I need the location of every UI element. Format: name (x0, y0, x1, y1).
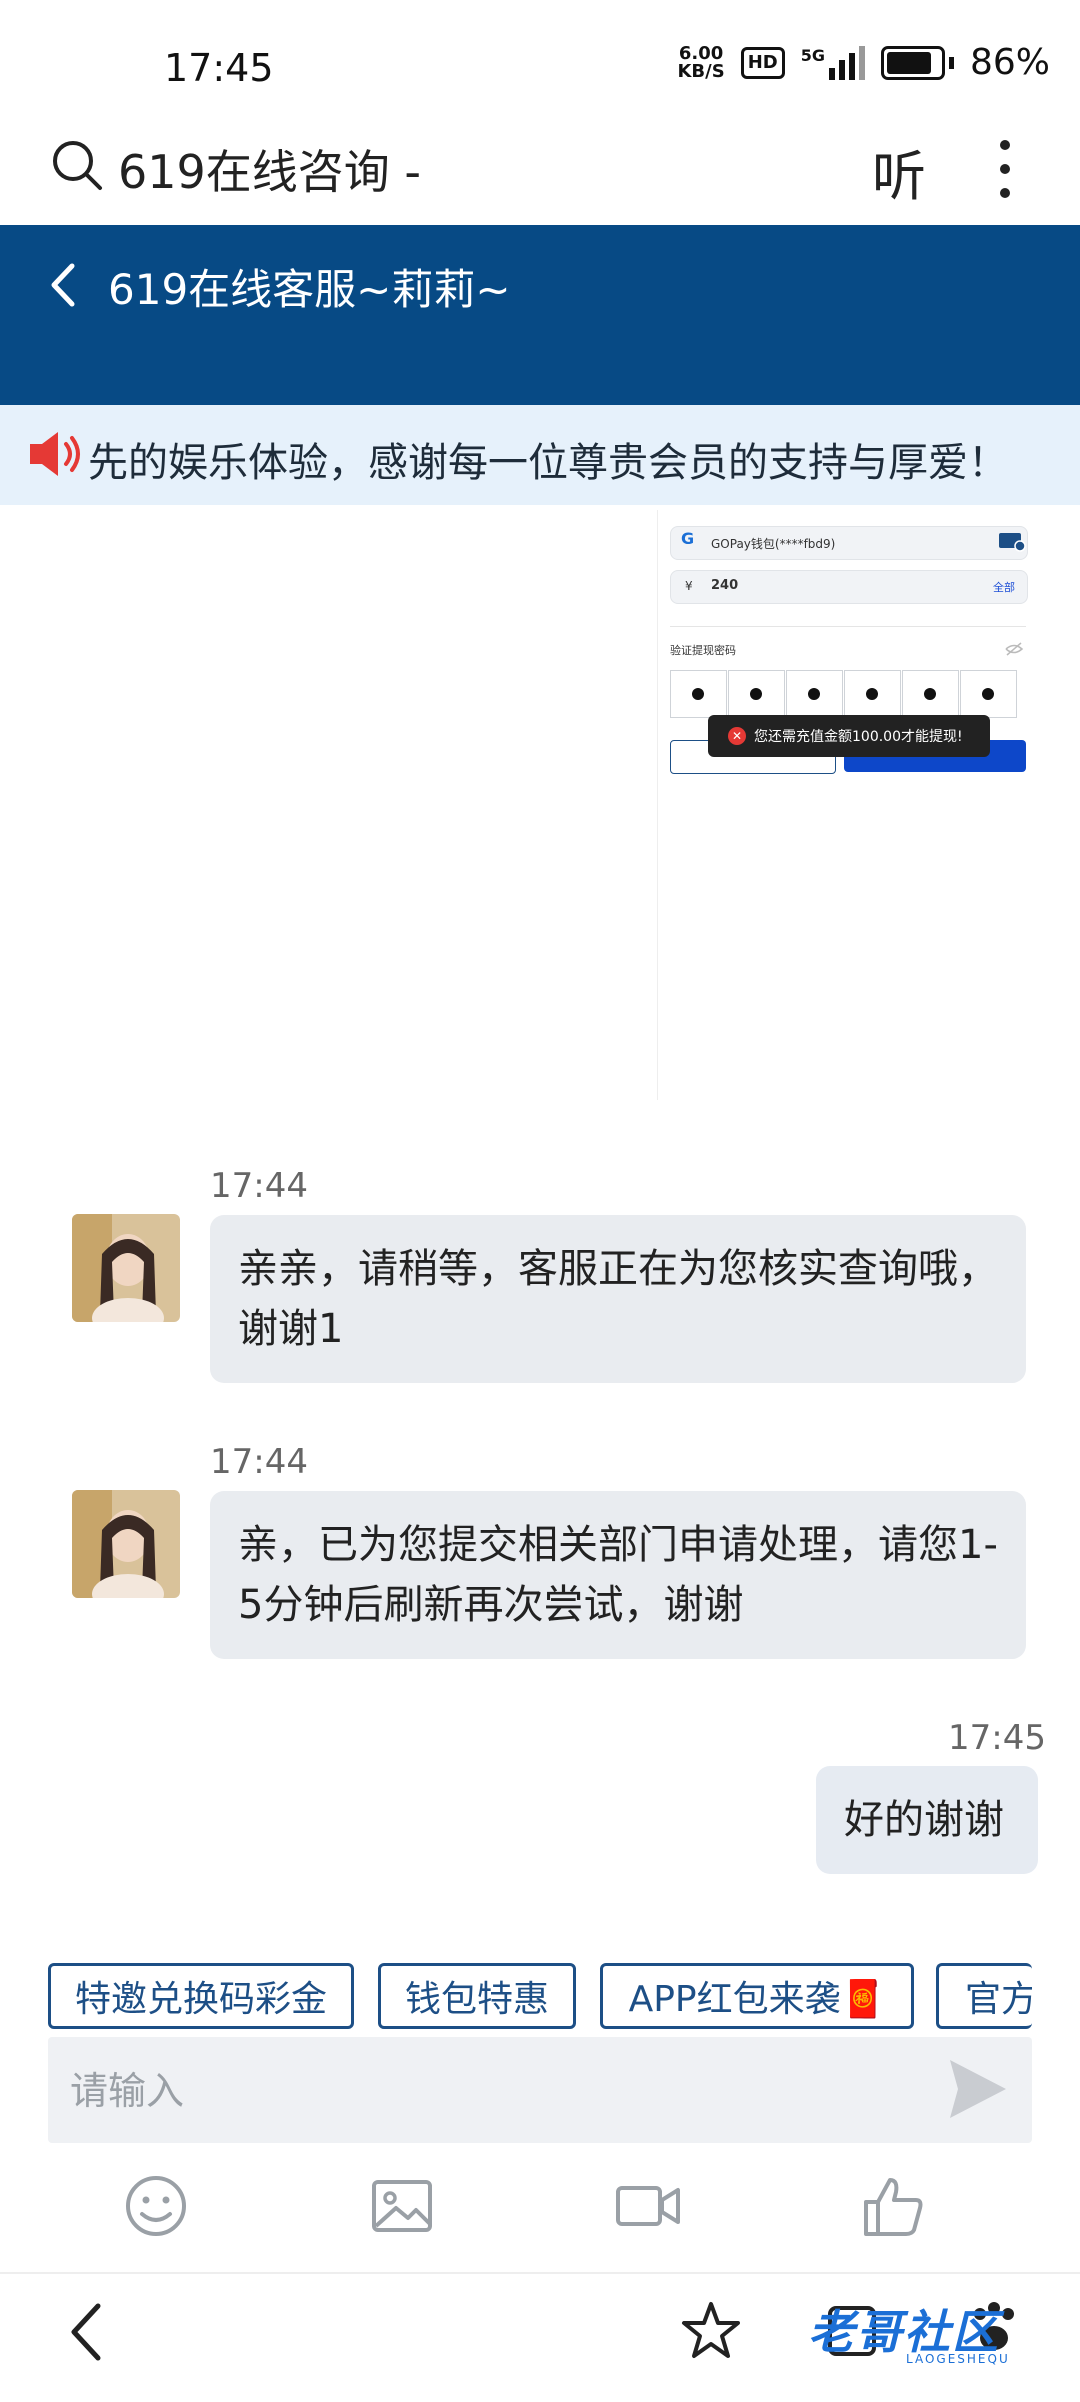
thumbs-up-icon[interactable] (860, 2172, 928, 2240)
more-menu-icon[interactable] (1000, 140, 1014, 212)
password-digit (728, 670, 785, 718)
battery-icon (880, 45, 945, 80)
signal-icon: 5G (801, 45, 865, 80)
star-icon[interactable] (680, 2300, 742, 2362)
quick-reply-redeem-code[interactable]: 特邀兑换码彩金 (48, 1963, 354, 2029)
quick-reply-wallet-offer[interactable]: 钱包特惠 (378, 1963, 576, 2029)
status-time: 17:45 (164, 46, 274, 90)
eye-hidden-icon (1005, 642, 1024, 656)
nav-back-icon[interactable] (66, 2300, 106, 2364)
listen-button[interactable]: 听 (872, 132, 926, 211)
watermark-subtext: LAOGESHEQU (906, 2352, 1010, 2366)
card-icon (999, 533, 1026, 552)
quick-reply-official[interactable]: 官方 (936, 1963, 1032, 2029)
amount-field: ¥ 240 全部 (670, 570, 1028, 604)
back-icon[interactable] (48, 262, 78, 308)
error-toast: ✕ 您还需充值金额100.00才能提现! (708, 715, 990, 757)
agent-avatar[interactable] (72, 1490, 180, 1598)
password-digit (786, 670, 843, 718)
gopay-logo-icon: G (681, 529, 695, 548)
shared-screenshot-image[interactable]: G GOPay钱包(****fbd9) ⌄ ¥ 240 全部 验证提现密码 ✕ … (657, 510, 1034, 1100)
error-icon: ✕ (728, 727, 746, 745)
emoji-icon[interactable] (122, 2172, 190, 2240)
quick-reply-app-redpacket[interactable]: APP红包来袭🧧 (600, 1963, 914, 2029)
message-time: 17:44 (210, 1442, 308, 1482)
user-message-bubble: 好的谢谢 (816, 1766, 1038, 1874)
password-digit (902, 670, 959, 718)
password-digit (670, 670, 727, 718)
agent-message-bubble: 亲，已为您提交相关部门申请处理，请您1-5分钟后刷新再次尝试，谢谢 (210, 1491, 1026, 1659)
hd-icon: HD (740, 46, 785, 79)
chat-title: 619在线客服~莉莉~ (108, 265, 511, 314)
browser-title[interactable]: 619在线咨询 - (118, 136, 421, 202)
password-digit (960, 670, 1017, 718)
message-time: 17:45 (948, 1718, 1046, 1758)
video-icon[interactable] (614, 2172, 682, 2240)
speaker-icon (30, 432, 80, 476)
search-icon[interactable] (50, 138, 104, 192)
wallet-select: G GOPay钱包(****fbd9) ⌄ (670, 526, 1028, 560)
battery-percent: 86% (969, 42, 1050, 83)
net-speed: 6.00 KB/S (677, 42, 725, 82)
password-digit (844, 670, 901, 718)
agent-avatar[interactable] (72, 1214, 180, 1322)
message-input[interactable] (68, 2037, 932, 2145)
image-icon[interactable] (368, 2172, 436, 2240)
agent-message-bubble: 亲亲，请稍等，客服正在为您核实查询哦，谢谢1 (210, 1215, 1026, 1383)
send-icon[interactable] (948, 2058, 1008, 2120)
status-icons: 6.00 KB/S HD 5G 86% (677, 42, 1050, 83)
message-time: 17:44 (210, 1166, 308, 1206)
announcement-text: 先的娱乐体验，感谢每一位尊贵会员的支持与厚爱！ (88, 440, 1008, 486)
